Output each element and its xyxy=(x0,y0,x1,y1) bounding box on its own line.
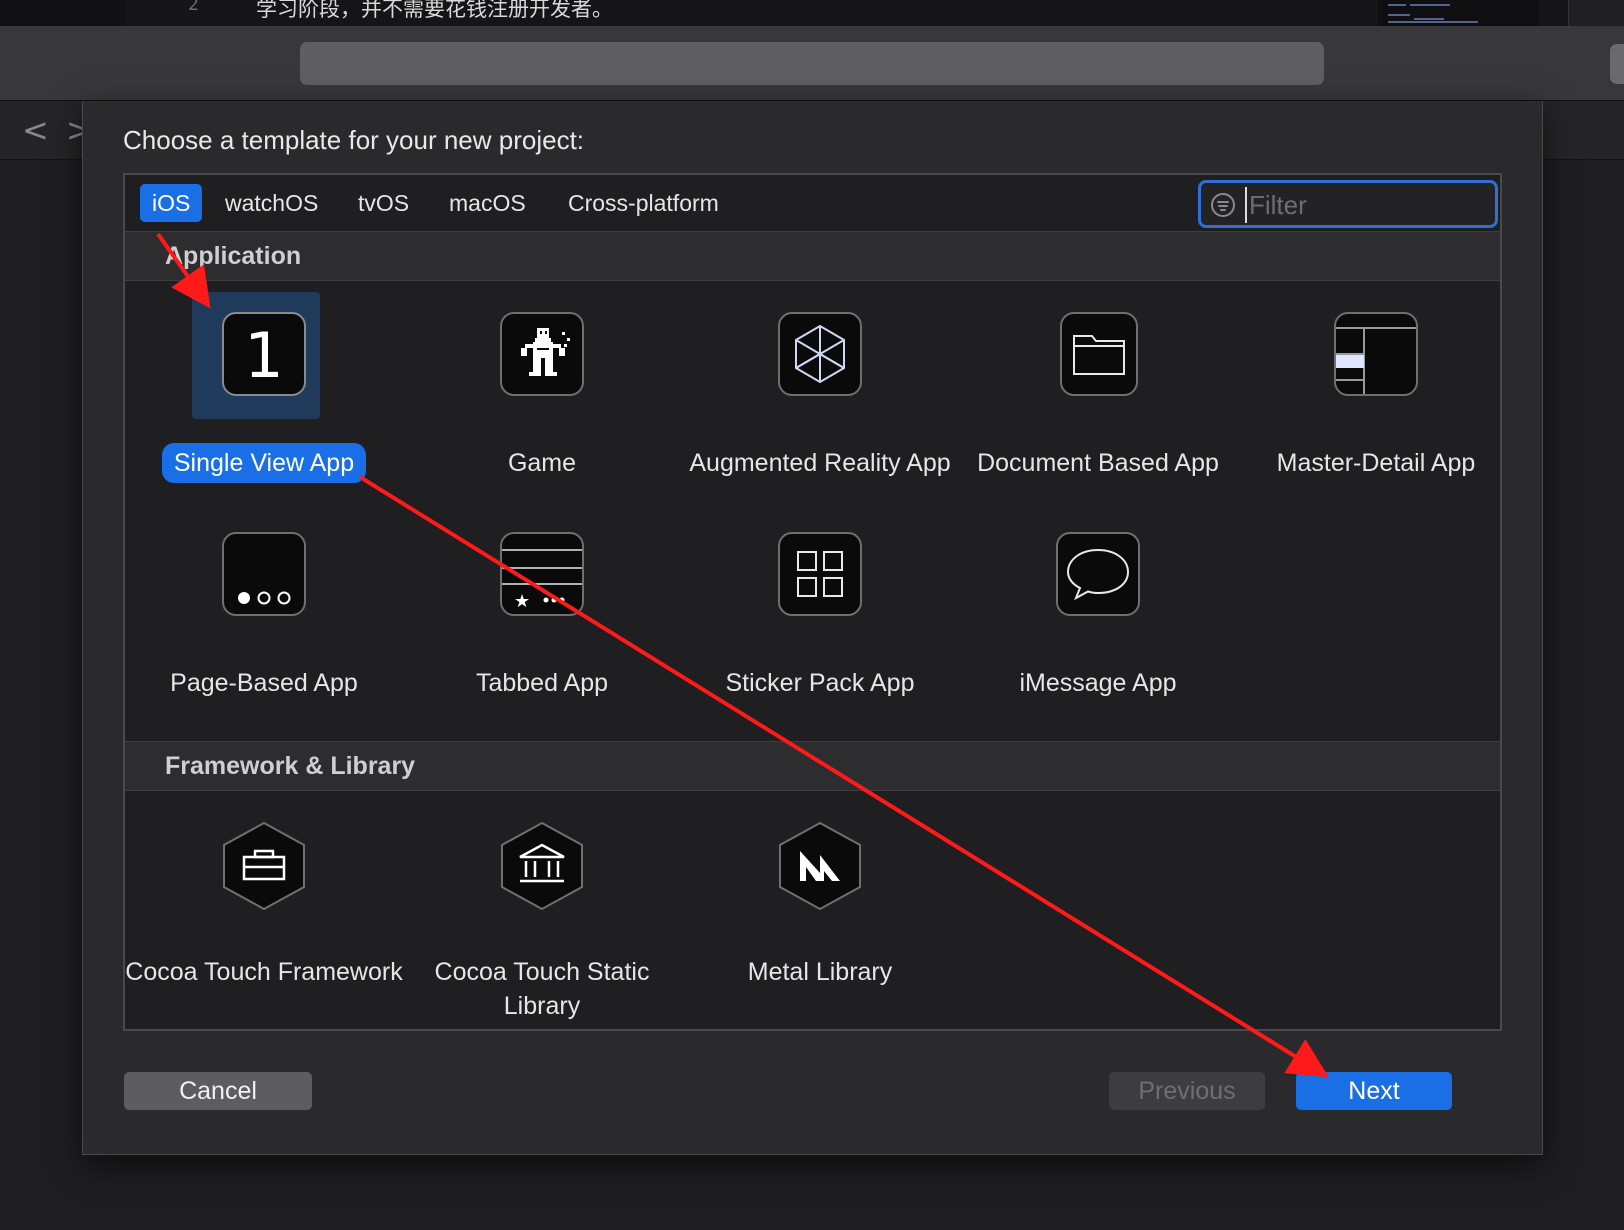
window-toolbar xyxy=(0,26,1624,101)
section-header-framework-library: Framework & Library xyxy=(125,741,1500,791)
toolbox-hex-icon xyxy=(220,821,308,911)
tab-macos[interactable]: macOS xyxy=(437,184,538,222)
background-editor: 2 学习阶段，并不需要花钱注册开发者。 xyxy=(0,0,1624,26)
tab-tvos[interactable]: tvOS xyxy=(346,184,421,222)
game-icon xyxy=(500,312,584,396)
filter-field[interactable] xyxy=(1198,180,1498,228)
template-panel: iOS watchOS tvOS macOS Cross-platform Ap… xyxy=(123,173,1502,1031)
template-chooser-sheet: Choose a template for your new project: … xyxy=(82,101,1543,1155)
tab-bar-icon: ★ xyxy=(500,532,584,616)
section-title: Application xyxy=(165,242,302,270)
master-detail-icon xyxy=(1334,312,1418,396)
template-label: Augmented Reality App xyxy=(689,449,951,477)
toolbar-button[interactable] xyxy=(1610,44,1624,84)
section-header-application: Application xyxy=(125,231,1500,281)
template-label: Single View App xyxy=(161,443,367,483)
platform-tab-bar: iOS watchOS tvOS macOS Cross-platform xyxy=(125,175,1500,232)
sticker-grid-icon xyxy=(778,532,862,616)
minimap xyxy=(1378,0,1538,26)
section-title: Framework & Library xyxy=(165,752,416,780)
previous-button[interactable]: Previous xyxy=(1109,1072,1265,1110)
tab-watchos[interactable]: watchOS xyxy=(213,184,330,222)
template-label: Metal Library xyxy=(747,958,893,986)
line-number: 2 xyxy=(188,0,199,15)
single-view-icon: 1 xyxy=(222,312,306,396)
tab-cross-platform[interactable]: Cross-platform xyxy=(556,184,731,222)
ar-cube-icon xyxy=(778,312,862,396)
template-label: Sticker Pack App xyxy=(725,669,915,697)
message-bubble-icon xyxy=(1056,532,1140,616)
template-label: Tabbed App xyxy=(475,669,609,697)
editor-gutter xyxy=(0,0,125,26)
cancel-button[interactable]: Cancel xyxy=(124,1072,312,1110)
next-button[interactable]: Next xyxy=(1296,1072,1452,1110)
template-label: Cocoa Touch Static Library xyxy=(434,958,650,1020)
template-label: Master-Detail App xyxy=(1276,449,1476,477)
template-label: Page-Based App xyxy=(170,669,358,697)
template-label: iMessage App xyxy=(1019,669,1177,697)
filter-input[interactable] xyxy=(1245,187,1491,223)
metal-hex-icon xyxy=(776,821,864,911)
folder-icon xyxy=(1060,312,1138,396)
tab-ios[interactable]: iOS xyxy=(140,184,203,222)
svg-text:★: ★ xyxy=(514,591,530,612)
filter-icon xyxy=(1211,193,1235,217)
editor-right-column xyxy=(1568,0,1624,26)
template-label: Cocoa Touch Framework xyxy=(125,958,403,986)
page-dots-icon xyxy=(222,532,306,616)
sheet-title: Choose a template for your new project: xyxy=(123,125,585,155)
template-label: Document Based App xyxy=(977,449,1219,477)
bank-hex-icon xyxy=(498,821,586,911)
activity-viewer xyxy=(300,42,1324,85)
nav-back-icon[interactable]: < xyxy=(22,111,49,149)
code-line: 学习阶段，并不需要花钱注册开发者。 xyxy=(256,0,613,21)
template-label: Game xyxy=(507,449,577,477)
